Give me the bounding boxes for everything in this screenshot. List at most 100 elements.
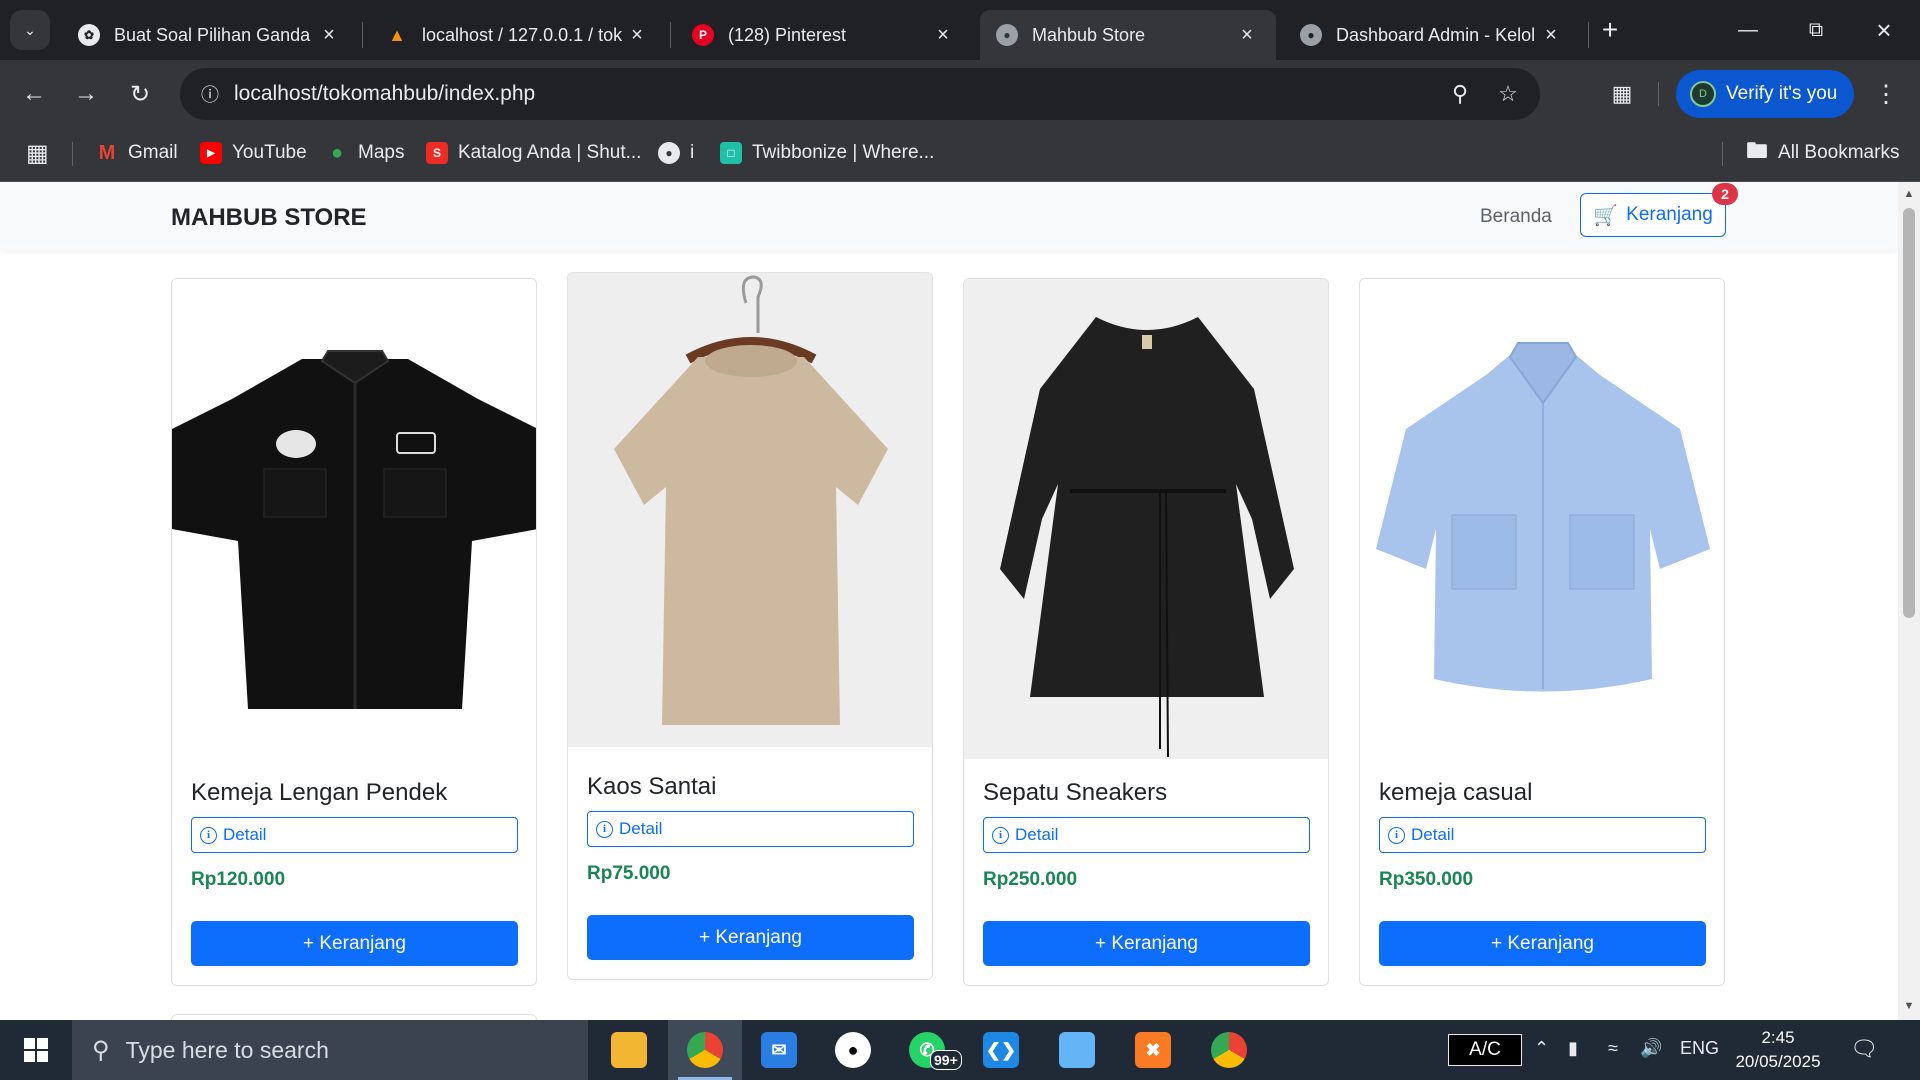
volume-icon[interactable]: 🔊: [1640, 1038, 1662, 1059]
taskbar-github[interactable]: ●: [816, 1020, 890, 1080]
url-text[interactable]: localhost/tokomahbub/index.php: [234, 82, 1436, 106]
product-detail-button[interactable]: i Detail: [983, 817, 1310, 853]
bookmark-label: YouTube: [232, 142, 307, 163]
add-to-cart-button[interactable]: + Keranjang: [983, 921, 1310, 966]
folder-icon: [611, 1032, 647, 1068]
bookmark-maps[interactable]: ● Maps: [326, 138, 405, 168]
add-to-cart-button[interactable]: + Keranjang: [191, 921, 518, 966]
product-detail-button[interactable]: i Detail: [1379, 817, 1706, 853]
tab-dashboard-admin[interactable]: ● Dashboard Admin - Kelol ×: [1284, 10, 1580, 60]
page-scrollbar[interactable]: ▲ ▼: [1898, 182, 1920, 1020]
bookmark-katalog[interactable]: S Katalog Anda | Shut...: [426, 138, 641, 168]
star-icon[interactable]: ☆: [1484, 81, 1532, 107]
taskbar-file-explorer[interactable]: [592, 1020, 666, 1080]
bookmark-gmail[interactable]: M Gmail: [96, 138, 178, 168]
tab-buat-soal[interactable]: ✿ Buat Soal Pilihan Ganda ×: [62, 10, 358, 60]
system-clock[interactable]: 2:45 20/05/2025: [1728, 1026, 1828, 1074]
plus-icon: +: [1601, 14, 1619, 45]
reload-button[interactable]: ↻: [120, 74, 160, 114]
product-price: Rp75.000: [587, 863, 671, 884]
notification-center-icon[interactable]: 🗨: [1850, 1036, 1878, 1062]
add-to-cart-button[interactable]: + Keranjang: [1379, 921, 1706, 966]
close-icon[interactable]: ×: [932, 24, 954, 47]
nav-home-link[interactable]: Beranda: [1480, 206, 1552, 228]
arrow-right-icon: →: [74, 80, 98, 107]
start-button[interactable]: [0, 1020, 72, 1080]
bookmark-label: Gmail: [128, 142, 178, 163]
wifi-icon[interactable]: ≈: [1608, 1038, 1618, 1059]
twibbonize-icon: □: [720, 142, 742, 164]
apps-button[interactable]: ▦: [26, 138, 49, 168]
scroll-down-icon[interactable]: ▼: [1898, 1000, 1920, 1012]
product-price: Rp250.000: [983, 869, 1078, 890]
chevron-up-icon[interactable]: ⌃: [1534, 1038, 1549, 1059]
tab-label: (128) Pinterest: [728, 24, 847, 45]
store-navbar: MAHBUB STORE Beranda 🛒 Keranjang 2: [0, 182, 1898, 250]
scroll-up-icon[interactable]: ▲: [1898, 188, 1920, 200]
cart-button-label: Keranjang: [1626, 204, 1713, 225]
product-title[interactable]: Sepatu Sneakers: [983, 779, 1167, 807]
site-info-icon[interactable]: ⓘ: [186, 81, 234, 107]
tab-phpmyadmin[interactable]: ▲ localhost / 127.0.0.1 / tok ×: [370, 10, 666, 60]
back-button[interactable]: ←: [14, 74, 54, 114]
bookmark-label: i: [690, 142, 695, 163]
bookmark-i[interactable]: ● i: [658, 138, 694, 168]
product-title[interactable]: Kemeja Lengan Pendek: [191, 779, 447, 807]
battery-icon[interactable]: ▮: [1568, 1038, 1578, 1059]
notepad-icon: [1059, 1032, 1095, 1068]
extensions-button[interactable]: ▦: [1602, 74, 1642, 114]
tab-pinterest[interactable]: P (128) Pinterest ×: [676, 10, 972, 60]
store-brand[interactable]: MAHBUB STORE: [171, 204, 367, 232]
verify-label: Verify it's you: [1726, 83, 1838, 104]
gmail-icon: M: [98, 141, 116, 164]
browser-menu-button[interactable]: ⋮: [1866, 74, 1906, 114]
taskbar-mail[interactable]: ✉: [742, 1020, 816, 1080]
tab-search-button[interactable]: ⌄: [10, 10, 50, 50]
minimize-icon: —: [1738, 18, 1758, 41]
taskbar-vscode[interactable]: ❮❯: [964, 1020, 1038, 1080]
bookmark-twibbonize[interactable]: □ Twibbonize | Where...: [720, 138, 934, 168]
close-icon[interactable]: ×: [318, 24, 340, 47]
scrollbar-thumb[interactable]: [1903, 208, 1915, 618]
taskbar-xampp[interactable]: ✖: [1116, 1020, 1190, 1080]
close-window-button[interactable]: ×: [1854, 10, 1914, 50]
taskbar-chrome-profile[interactable]: [1192, 1020, 1266, 1080]
bookmark-divider: [1722, 142, 1723, 166]
product-detail-button[interactable]: i Detail: [587, 811, 914, 847]
bookmark-youtube[interactable]: ▶ YouTube: [200, 138, 307, 168]
globe-icon: ●: [1300, 24, 1322, 46]
close-icon[interactable]: ×: [1236, 24, 1258, 47]
product-title[interactable]: Kaos Santai: [587, 773, 716, 801]
language-indicator[interactable]: ENG: [1680, 1038, 1719, 1059]
tab-mahbub-store[interactable]: ● Mahbub Store ×: [980, 10, 1276, 60]
address-bar[interactable]: ⓘ localhost/tokomahbub/index.php ⚲ ☆: [180, 68, 1540, 120]
ac-indicator[interactable]: A/C: [1448, 1034, 1522, 1066]
taskbar-notepad[interactable]: [1040, 1020, 1114, 1080]
taskbar-whatsapp[interactable]: ✆ 99+: [890, 1020, 964, 1080]
cart-button[interactable]: 🛒 Keranjang: [1580, 193, 1726, 237]
info-icon: i: [1388, 826, 1405, 844]
apps-grid-icon: ▦: [26, 139, 49, 167]
search-placeholder: Type here to search: [125, 1036, 329, 1063]
all-bookmarks-button[interactable]: 🖿 All Bookmarks: [1746, 138, 1899, 168]
taskbar-search-input[interactable]: ⚲ Type here to search: [72, 1020, 588, 1080]
taskbar-chrome[interactable]: [668, 1020, 742, 1080]
openai-icon: ✿: [78, 24, 100, 46]
browser-tab-strip: ⌄ ✿ Buat Soal Pilihan Ganda × ▲ localhos…: [0, 0, 1920, 60]
windows-taskbar: ⚲ Type here to search ✉ ● ✆ 99+ ❮❯ ✖ A/C…: [0, 1020, 1920, 1080]
add-to-cart-button[interactable]: + Keranjang: [587, 915, 914, 960]
product-title[interactable]: kemeja casual: [1379, 779, 1532, 807]
product-card: Kemeja Lengan Pendek i Detail Rp120.000 …: [171, 278, 537, 986]
product-detail-button[interactable]: i Detail: [191, 817, 518, 853]
restore-button[interactable]: ⧉: [1786, 10, 1846, 50]
forward-button[interactable]: →: [66, 74, 106, 114]
notification-badge: 99+: [930, 1050, 962, 1070]
close-icon[interactable]: ×: [1540, 24, 1562, 47]
bookmark-label: Katalog Anda | Shut...: [458, 142, 642, 163]
profile-verify-button[interactable]: D Verify it's you: [1676, 70, 1854, 118]
close-icon[interactable]: ×: [626, 24, 648, 47]
minimize-button[interactable]: —: [1718, 10, 1778, 50]
new-tab-button[interactable]: +: [1582, 10, 1638, 50]
toolbar-divider: [1658, 82, 1659, 106]
zoom-icon[interactable]: ⚲: [1436, 81, 1484, 107]
